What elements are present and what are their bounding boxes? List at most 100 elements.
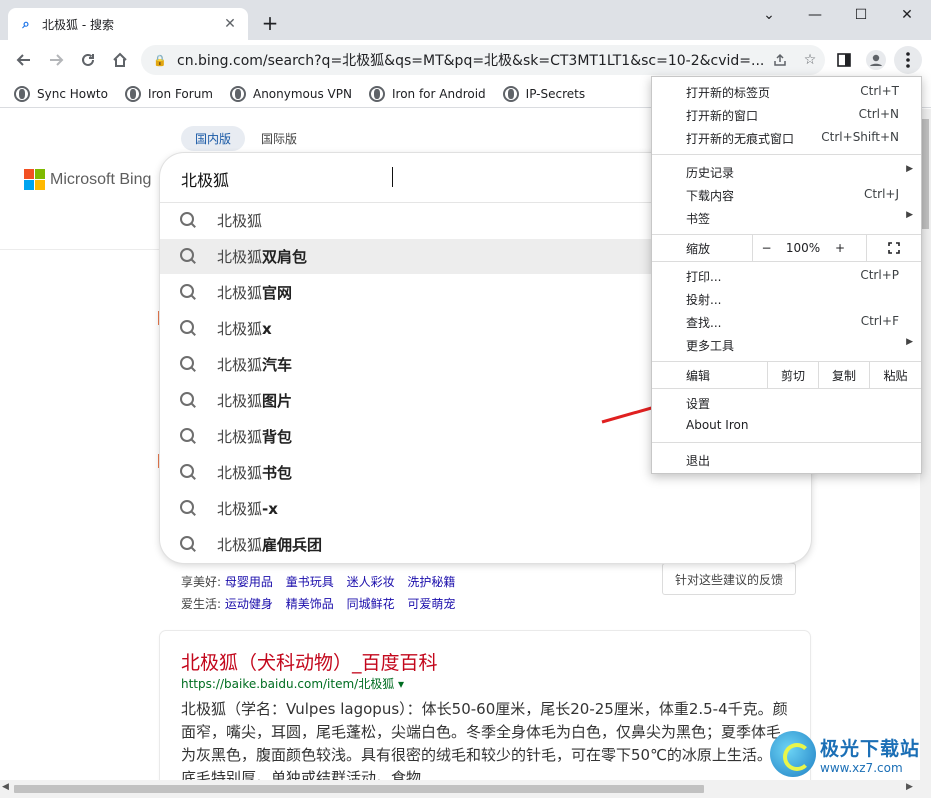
- menu-incognito[interactable]: 打开新的无痕式窗口 Ctrl+Shift+N: [652, 126, 921, 149]
- suggestion-item[interactable]: 北极狐-x: [160, 491, 811, 526]
- menu-exit[interactable]: 退出: [652, 448, 921, 471]
- menu-history[interactable]: 历史记录 ▶: [652, 160, 921, 183]
- scroll-thumb[interactable]: [922, 119, 929, 229]
- address-bar[interactable]: 🔒 cn.bing.com/search?q=北极狐&qs=MT&pq=北极&s…: [141, 45, 825, 75]
- close-window-button[interactable]: ✕: [884, 0, 930, 30]
- search-icon: [180, 428, 197, 445]
- profile-avatar[interactable]: [862, 46, 890, 74]
- back-button[interactable]: [10, 46, 38, 74]
- search-icon: [180, 320, 197, 337]
- feedback-button[interactable]: 针对这些建议的反馈: [662, 563, 796, 595]
- iron-globe-icon: [502, 85, 519, 102]
- watermark-logo-icon: [770, 731, 816, 777]
- reload-button[interactable]: [74, 46, 102, 74]
- menu-about[interactable]: About Iron: [652, 414, 921, 437]
- arrow-right-icon: [50, 54, 64, 66]
- menu-button[interactable]: [894, 46, 922, 74]
- result-url[interactable]: https://baike.baidu.com/item/北极狐 ▾: [181, 675, 404, 692]
- tab-title: 北极狐 - 搜索: [42, 17, 114, 32]
- bookmark-star-icon[interactable]: ☆: [795, 45, 825, 75]
- forward-button[interactable]: [42, 46, 70, 74]
- related-link[interactable]: 迷人彩妆: [347, 575, 395, 589]
- tab-domestic[interactable]: 国内版: [181, 126, 246, 151]
- minimize-button[interactable]: —: [792, 0, 838, 30]
- related-link[interactable]: 童书玩具: [286, 575, 334, 589]
- bing-logo[interactable]: Microsoft Bing: [24, 169, 151, 190]
- zoom-out-button[interactable]: −: [752, 235, 780, 261]
- tab-search-icon[interactable]: ⌄: [746, 0, 792, 30]
- edit-label: 编辑: [686, 369, 711, 383]
- related-link[interactable]: 可爱萌宠: [407, 597, 455, 611]
- menu-bookmarks[interactable]: 书签 ▶: [652, 206, 921, 229]
- bookmark-sync-howto[interactable]: Sync Howto: [14, 85, 108, 102]
- related-link[interactable]: 同城鲜花: [347, 597, 395, 611]
- related-row-1: 享美好: 母婴用品 童书玩具 迷人彩妆 洗护秘籍: [181, 573, 464, 590]
- submenu-arrow-icon: ▶: [906, 210, 913, 220]
- zoom-in-button[interactable]: +: [826, 235, 854, 261]
- bookmark-ip-secrets[interactable]: IP-Secrets: [502, 85, 585, 102]
- home-button[interactable]: [106, 46, 134, 74]
- suggestion-text: 北极狐汽车: [217, 356, 293, 374]
- suggestion-text: 北极狐官网: [217, 284, 293, 302]
- scroll-left-icon[interactable]: ◀: [2, 782, 9, 792]
- iron-globe-icon: [14, 85, 30, 102]
- bookmark-anonymous-vpn[interactable]: Anonymous VPN: [229, 85, 352, 102]
- bookmark-iron-forum[interactable]: Iron Forum: [124, 85, 213, 102]
- search-icon: [180, 464, 197, 481]
- scroll-thumb[interactable]: [14, 785, 704, 793]
- suggestion-text: 北极狐x: [217, 320, 272, 338]
- menu-cast[interactable]: 投射...: [652, 287, 921, 310]
- search-icon: [180, 212, 197, 229]
- menu-separator: [652, 388, 921, 389]
- search-icon: [180, 536, 197, 553]
- menu-find[interactable]: 查找... Ctrl+F: [652, 310, 921, 333]
- menu-new-tab[interactable]: 打开新的标签页 Ctrl+T: [652, 80, 921, 103]
- horizontal-scrollbar[interactable]: ◀ ▶: [0, 780, 931, 798]
- toolbar: 🔒 cn.bing.com/search?q=北极狐&qs=MT&pq=北极&s…: [0, 40, 931, 80]
- browser-tab[interactable]: ⌕ 北极狐 - 搜索 ✕: [8, 8, 248, 40]
- menu-downloads[interactable]: 下载内容 Ctrl+J: [652, 183, 921, 206]
- suggestion-item[interactable]: 北极狐雇佣兵团: [160, 527, 811, 562]
- suggestion-text: 北极狐背包: [217, 428, 293, 446]
- menu-zoom-row: 缩放 − 100% +: [652, 235, 921, 261]
- menu-separator: [652, 154, 921, 155]
- bookmark-iron-for-android[interactable]: Iron for Android: [368, 85, 486, 102]
- tab-close-icon[interactable]: ✕: [222, 16, 238, 32]
- maximize-button[interactable]: ☐: [838, 0, 884, 30]
- related-label: 爱生活:: [181, 597, 222, 611]
- suggestion-text: 北极狐-x: [217, 500, 278, 518]
- brand-name: Microsoft Bing: [50, 170, 152, 188]
- new-tab-button[interactable]: +: [258, 11, 282, 35]
- paste-button[interactable]: 粘贴: [869, 362, 921, 388]
- related-link[interactable]: 运动健身: [225, 597, 273, 611]
- suggestion-text: 北极狐书包: [217, 464, 293, 482]
- share-icon[interactable]: [765, 45, 795, 75]
- related-link[interactable]: 母婴用品: [225, 575, 273, 589]
- scroll-right-icon[interactable]: ▶: [906, 782, 913, 792]
- related-link[interactable]: 精美饰品: [286, 597, 334, 611]
- menu-new-window[interactable]: 打开新的窗口 Ctrl+N: [652, 103, 921, 126]
- menu-print[interactable]: 打印... Ctrl+P: [652, 264, 921, 287]
- kebab-menu-icon: [906, 52, 910, 68]
- tab-international[interactable]: 国际版: [247, 126, 311, 151]
- bookmark-label: Iron Forum: [147, 86, 213, 101]
- menu-more-tools[interactable]: 更多工具 ▶: [652, 333, 921, 356]
- copy-button[interactable]: 复制: [818, 362, 869, 388]
- search-result: 北极狐（犬科动物）_百度百科 https://baike.baidu.com/i…: [160, 631, 810, 780]
- bookmark-label: Anonymous VPN: [252, 86, 352, 101]
- search-input[interactable]: 北极狐: [181, 167, 229, 191]
- related-label: 享美好:: [181, 575, 222, 589]
- fullscreen-icon[interactable]: [866, 235, 921, 261]
- cut-button[interactable]: 剪切: [767, 362, 818, 388]
- url-text[interactable]: cn.bing.com/search?q=北极狐&qs=MT&pq=北极&sk=…: [177, 50, 765, 70]
- zoom-level: 100%: [785, 241, 821, 255]
- menu-separator: [652, 442, 921, 443]
- iron-globe-icon: [124, 85, 141, 102]
- zoom-label: 缩放: [686, 242, 711, 256]
- result-title[interactable]: 北极狐（犬科动物）_百度百科: [181, 648, 438, 675]
- related-link[interactable]: 洗护秘籍: [407, 575, 455, 589]
- menu-settings[interactable]: 设置: [652, 391, 921, 414]
- suggestion-text: 北极狐图片: [217, 392, 293, 410]
- bookmark-label: Sync Howto: [37, 86, 108, 101]
- side-panel-icon[interactable]: [830, 46, 858, 74]
